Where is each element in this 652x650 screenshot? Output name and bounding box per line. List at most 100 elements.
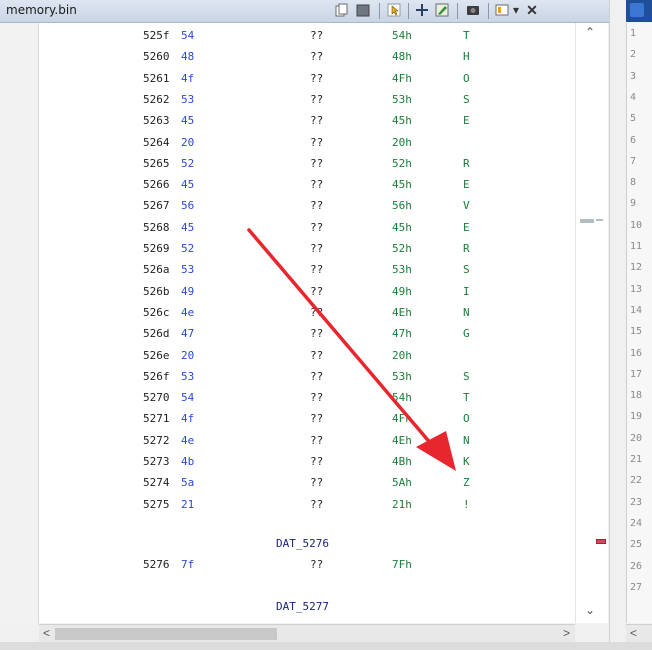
toolbar-separator [457,3,458,19]
options-dropdown-icon[interactable]: ▾ [511,1,521,19]
horizontal-scroll-thumb[interactable] [55,628,277,640]
value-cell: 53h [392,263,412,277]
snapshot-icon[interactable] [464,1,482,19]
byte-cell: 21 [181,497,195,511]
copy-icon[interactable] [334,1,350,19]
listing-row[interactable]: 5265 52?? 52h R [39,153,575,174]
mnemonic-cell: ?? [310,50,324,64]
listing-row[interactable]: 526a 53?? 53h S [39,259,575,280]
char-cell: ! [463,497,470,511]
scroll-left-icon[interactable]: < [43,626,50,640]
listing-view[interactable]: 525f 54?? 54h T 5260 48?? 48h H 5261 4f?? 4Fh O 5262… [39,23,575,623]
listing-row[interactable]: 5260 48?? 48h H [39,46,575,67]
data-label-row[interactable]: DAT_5277 [39,596,575,617]
listing-row[interactable]: 5263 45?? 45h E [39,110,575,131]
data-label-row[interactable]: DAT_5276 [39,533,575,554]
address-cell: 5262 [143,92,170,106]
char-cell: E [463,220,470,234]
listing-row[interactable]: 5268 45?? 45h E [39,217,575,238]
listing-row[interactable]: 526e 20?? 20h [39,345,575,366]
line-number: 21 [630,454,643,465]
listing-row[interactable]: 5273 4b?? 4Bh K [39,451,575,472]
byte-cell: 4e [181,433,195,447]
scroll-up-icon[interactable]: ⌃ [585,25,595,39]
char-cell: N [463,433,470,447]
side-panel-scrollbar[interactable]: < [626,624,652,643]
listing-row[interactable]: 526c 4e?? 4Eh N [39,302,575,323]
char-cell: H [463,50,470,64]
value-cell: 45h [392,220,412,234]
app-icon [630,3,644,17]
listing-row[interactable]: 5262 53?? 53h S [39,89,575,110]
mnemonic-cell: ?? [310,327,324,341]
value-cell: 47h [392,327,412,341]
address-cell: 5274 [143,476,170,490]
listing-row[interactable]: 5264 20?? 20h [39,132,575,153]
byte-cell: 48 [181,50,195,64]
listing-row[interactable]: 525f 54?? 54h T [39,25,575,46]
data-label[interactable]: DAT_5277 [276,596,329,617]
toolbar-separator [408,3,409,19]
listing-row[interactable]: 5269 52?? 52h R [39,238,575,259]
listing-row[interactable]: 5275 21?? 21h! [39,494,575,515]
mnemonic-cell: ?? [310,178,324,192]
listing-row[interactable]: 5261 4f?? 4Fh O [39,68,575,89]
horizontal-scrollbar[interactable]: < > [39,624,575,643]
mnemonic-cell: ?? [310,71,324,85]
listing-row[interactable]: 5274 5a?? 5Ah Z [39,472,575,493]
mnemonic-cell: ?? [310,114,324,128]
scroll-marker-bookmark [596,539,606,544]
value-cell: 4Fh [392,412,412,426]
byte-cell: 20 [181,348,195,362]
side-scroll-left-icon[interactable]: < [630,626,637,640]
scroll-down-icon[interactable]: ⌄ [585,603,595,617]
vertical-scrollbar[interactable]: ⌃ ⌄ [575,23,608,623]
listing-row[interactable]: 5276 7f?? 7Fh [39,554,575,575]
split-icon[interactable] [414,1,430,19]
value-cell: 54h [392,391,412,405]
byte-cell: 20 [181,135,195,149]
listing-row[interactable]: 526b 49?? 49h I [39,281,575,302]
listing-row[interactable]: 5266 45?? 45h E [39,174,575,195]
char-cell: O [463,412,470,426]
mnemonic-cell: ?? [310,476,324,490]
panel-divider[interactable] [609,0,627,650]
byte-cell: 4b [181,455,195,468]
char-cell: E [463,114,470,128]
scroll-right-icon[interactable]: > [563,626,570,640]
line-number: 3 [630,70,637,82]
address-cell: 5272 [143,433,170,447]
mnemonic-cell: ?? [310,348,324,362]
listing-row[interactable]: 5270 54?? 54h T [39,387,575,408]
value-cell: 54h [392,29,412,42]
listing-row[interactable]: 526d 47?? 47h G [39,323,575,344]
toolbar-separator [379,3,380,19]
char-cell: T [463,391,470,405]
address-cell: 5270 [143,391,170,405]
value-cell: 21h [392,497,412,511]
listing-row[interactable]: 5272 4e?? 4Eh N [39,430,575,451]
data-label[interactable]: DAT_5276 [276,533,329,554]
listing-margin [0,23,39,623]
listing-row[interactable]: 5271 4f?? 4Fh O [39,408,575,429]
byte-cell: 54 [181,391,195,405]
value-cell: 53h [392,369,412,383]
line-number: 17 [630,368,643,380]
byte-cell: 53 [181,263,195,277]
listing-row[interactable]: 526f 53?? 53h S [39,366,575,387]
address-cell: 5263 [143,114,170,128]
address-cell: 526b [143,284,170,298]
value-cell: 4Bh [392,455,412,468]
line-number: 10 [630,219,643,231]
paste-icon[interactable] [354,1,372,19]
line-number: 20 [630,432,643,444]
cursor-icon[interactable] [386,1,402,19]
mnemonic-cell: ?? [310,497,324,511]
listing-row[interactable]: 5267 56?? 56h V [39,195,575,216]
options-icon[interactable] [494,1,510,19]
close-icon[interactable]: ✕ [524,1,540,19]
value-cell: 52h [392,156,412,170]
edit-icon[interactable] [434,1,450,19]
line-number: 23 [630,496,643,508]
byte-cell: 4e [181,305,195,319]
